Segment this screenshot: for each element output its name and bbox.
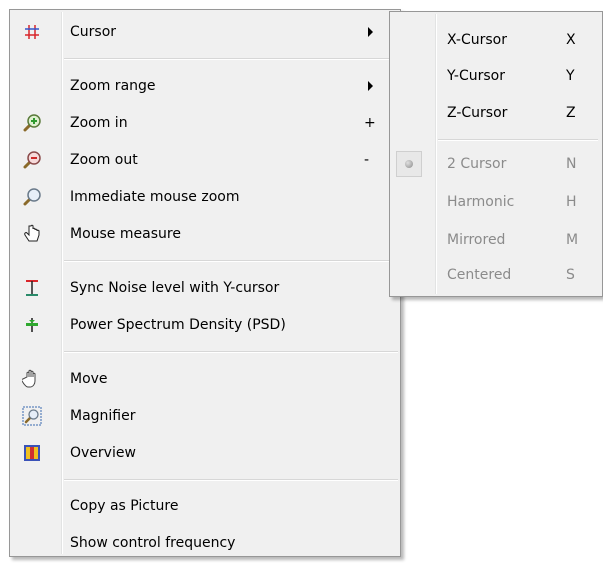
menu-item-label: Copy as Picture — [70, 498, 179, 514]
noise-level-icon — [18, 275, 46, 301]
menu-item-label: Mouse measure — [70, 226, 181, 242]
submenu-item-shortcut: M — [566, 232, 579, 248]
menu-item-mouse-measure[interactable]: Mouse measure — [12, 215, 398, 253]
menu-item-copy-as-picture[interactable]: Copy as Picture — [12, 487, 398, 525]
submenu-item-label: 2 Cursor — [447, 156, 507, 172]
cursor-submenu: X-Cursor X Y-Cursor Y Z-Cursor Z 2 Curso… — [389, 11, 603, 297]
menu-item-zoom-in[interactable]: Zoom in + — [12, 104, 398, 142]
context-menu: Cursor Zoom range Zoom in + Zoom out - I… — [9, 9, 401, 557]
menu-item-label: Show control frequency — [70, 535, 236, 551]
submenu-item-x-cursor[interactable]: X-Cursor X — [392, 22, 602, 60]
submenu-item-shortcut: S — [566, 267, 575, 283]
magnifier-icon — [18, 184, 46, 210]
submenu-item-centered[interactable]: Centered S — [392, 257, 602, 295]
submenu-item-z-cursor[interactable]: Z-Cursor Z — [392, 95, 602, 133]
menu-item-label: Immediate mouse zoom — [70, 189, 240, 205]
submenu-item-2-cursor[interactable]: 2 Cursor N — [392, 146, 602, 184]
submenu-item-label: Centered — [447, 267, 512, 283]
hand-move-icon — [18, 366, 46, 392]
menu-item-cursor[interactable]: Cursor — [12, 13, 398, 51]
menu-separator — [64, 479, 398, 481]
submenu-item-mirrored[interactable]: Mirrored M — [392, 222, 602, 260]
menu-item-label: Power Spectrum Density (PSD) — [70, 317, 286, 333]
menu-item-label: Zoom in — [70, 115, 128, 131]
radio-checked-icon — [396, 151, 422, 177]
menu-item-label: Move — [70, 371, 108, 387]
submenu-item-label: Y-Cursor — [447, 68, 505, 84]
radio-dot-icon — [405, 160, 413, 168]
menu-separator — [64, 260, 398, 262]
menu-item-magnifier[interactable]: Magnifier — [12, 397, 398, 435]
menu-item-psd[interactable]: Power Spectrum Density (PSD) — [12, 306, 398, 344]
submenu-item-label: Z-Cursor — [447, 105, 508, 121]
menu-item-shortcut: - — [364, 152, 370, 168]
menu-separator — [64, 351, 398, 353]
submenu-item-y-cursor[interactable]: Y-Cursor Y — [392, 58, 602, 96]
submenu-item-harmonic[interactable]: Harmonic H — [392, 184, 602, 222]
submenu-arrow-icon — [368, 81, 373, 91]
submenu-item-label: X-Cursor — [447, 32, 507, 48]
menu-item-overview[interactable]: Overview — [12, 434, 398, 472]
submenu-separator — [438, 139, 598, 141]
submenu-item-label: Harmonic — [447, 194, 515, 210]
menu-item-sync-noise-level[interactable]: Sync Noise level with Y-cursor — [12, 269, 398, 307]
magnifier-box-icon — [18, 403, 46, 429]
submenu-item-shortcut: H — [566, 194, 577, 210]
menu-item-label: Magnifier — [70, 408, 136, 424]
menu-item-label: Zoom range — [70, 78, 156, 94]
zoom-out-icon — [18, 147, 46, 173]
menu-item-label: Sync Noise level with Y-cursor — [70, 280, 280, 296]
zoom-in-icon — [18, 110, 46, 136]
submenu-item-shortcut: X — [566, 32, 576, 48]
hand-pointer-icon — [18, 221, 46, 247]
menu-item-show-control-frequency[interactable]: Show control frequency — [12, 524, 398, 562]
psd-icon — [18, 312, 46, 338]
menu-item-zoom-range[interactable]: Zoom range — [12, 67, 398, 105]
submenu-item-label: Mirrored — [447, 232, 506, 248]
menu-item-label: Overview — [70, 445, 136, 461]
submenu-item-shortcut: Z — [566, 105, 576, 121]
menu-item-shortcut: + — [364, 115, 376, 131]
cursor-crosshair-icon — [18, 19, 46, 45]
submenu-item-shortcut: N — [566, 156, 577, 172]
overview-icon — [18, 440, 46, 466]
menu-separator — [64, 58, 398, 60]
menu-item-move[interactable]: Move — [12, 360, 398, 398]
submenu-arrow-icon — [368, 27, 373, 37]
menu-item-label: Cursor — [70, 24, 117, 40]
submenu-item-shortcut: Y — [566, 68, 575, 84]
menu-item-immediate-mouse-zoom[interactable]: Immediate mouse zoom — [12, 178, 398, 216]
menu-item-label: Zoom out — [70, 152, 138, 168]
menu-item-zoom-out[interactable]: Zoom out - — [12, 141, 398, 179]
